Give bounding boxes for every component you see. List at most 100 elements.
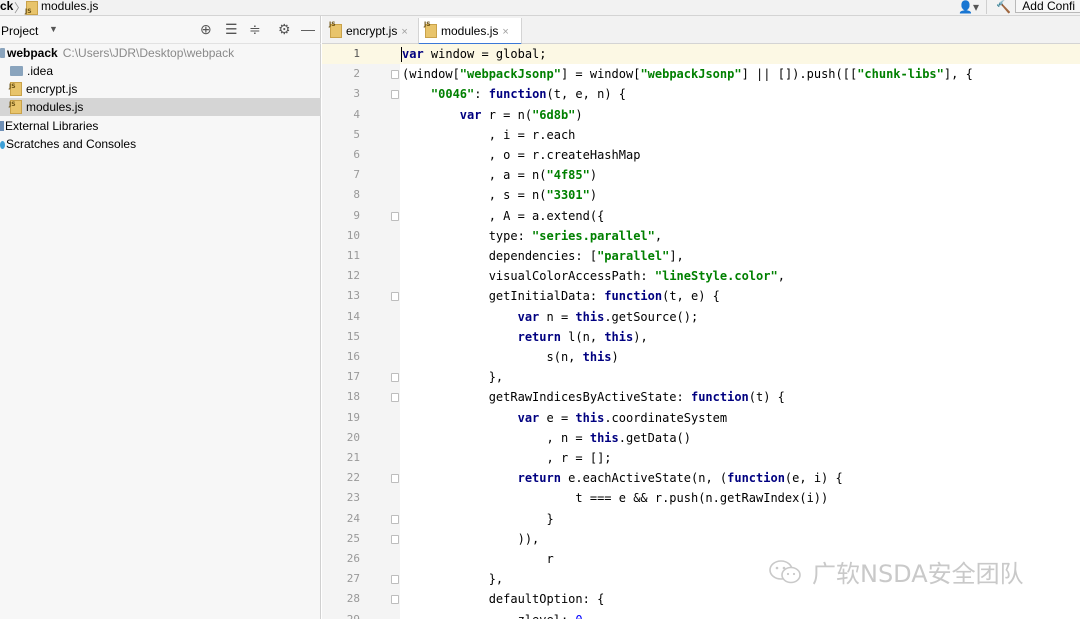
close-icon[interactable]: ×	[401, 26, 407, 38]
code-token: (t, e, n) {	[546, 87, 626, 102]
js-file-icon	[424, 12, 437, 38]
code-token: (window[	[402, 67, 460, 82]
line-number: 12	[346, 269, 360, 283]
js-file-icon	[25, 1, 38, 15]
code-token: }	[402, 511, 554, 526]
tree-item-path: C:\Users\JDR\Desktop\webpack	[62, 46, 235, 60]
code-line: visualColorAccessPath: "lineStyle.color"…	[402, 266, 785, 286]
code-line: s(n, this)	[402, 347, 618, 367]
tab-label: encrypt.js	[346, 24, 398, 38]
gear-icon[interactable]: ⚙	[278, 22, 291, 36]
code-line: var e = this.coordinateSystem	[402, 408, 728, 428]
tree-item-external-libraries[interactable]: External Libraries	[0, 117, 321, 135]
fold-marker-icon[interactable]	[391, 90, 399, 100]
fold-marker-icon[interactable]	[391, 70, 399, 80]
string-token: "parallel"	[597, 249, 670, 263]
code-token: type:	[402, 228, 533, 243]
breadcrumb-file[interactable]: modules.js	[41, 0, 98, 13]
code-line: , r = [];	[402, 448, 611, 468]
fold-marker-icon[interactable]	[391, 575, 399, 585]
fold-gutter[interactable]	[388, 44, 400, 619]
line-number: 8	[353, 188, 360, 202]
fold-marker-icon[interactable]	[391, 595, 399, 605]
code-token: ] = window[	[560, 67, 641, 82]
fold-marker-icon[interactable]	[391, 474, 399, 484]
keyword-token: function	[690, 390, 749, 405]
tree-item-idea[interactable]: .idea	[0, 62, 321, 80]
hammer-icon[interactable]: 🔨	[996, 0, 1011, 14]
library-icon	[0, 121, 4, 131]
keyword-token: this	[589, 430, 619, 445]
keyword-token: this	[582, 350, 612, 364]
code-line: }	[402, 509, 554, 529]
fold-marker-icon[interactable]	[391, 514, 399, 524]
project-view-selector[interactable]: Project	[1, 24, 38, 38]
keyword-token: this	[575, 309, 605, 324]
add-configuration-button[interactable]: Add Confi	[1015, 0, 1080, 13]
code-token: ] || []).push([[	[741, 67, 858, 82]
line-number: 7	[353, 168, 360, 182]
keyword-token: function	[604, 289, 663, 304]
folder-icon	[0, 48, 5, 58]
fold-marker-icon[interactable]	[391, 373, 399, 383]
line-number: 18	[346, 390, 360, 404]
line-number: 15	[346, 329, 360, 343]
locate-file-icon[interactable]: ⊕	[200, 22, 212, 36]
code-token: window = global;	[423, 47, 547, 61]
code-line: defaultOption: {	[402, 589, 605, 609]
code-token: e.eachActiveState(n, (	[560, 471, 728, 486]
fold-marker-icon[interactable]	[391, 534, 399, 544]
collapse-all-icon[interactable]: ≑	[249, 22, 261, 36]
breadcrumb-project[interactable]: ck	[0, 0, 13, 13]
code-line: var n = this.getSource();	[402, 307, 699, 327]
expand-all-icon[interactable]: ☰	[225, 22, 238, 36]
code-token: , o = r.createHashMap	[402, 148, 641, 162]
tab-modules-js[interactable]: modules.js×	[418, 12, 522, 45]
close-icon[interactable]: ×	[502, 26, 508, 38]
tab-encrypt-js[interactable]: encrypt.js×	[324, 12, 418, 44]
string-token: "6d8b"	[532, 107, 576, 122]
tree-item-webpack[interactable]: webpack C:\Users\JDR\Desktop\webpack	[0, 44, 321, 62]
string-token: "3301"	[546, 188, 590, 203]
tree-item-scratches[interactable]: Scratches and Consoles	[0, 135, 321, 153]
code-line: getRawIndicesByActiveState: function(t) …	[402, 387, 785, 407]
fold-marker-icon[interactable]	[391, 292, 399, 302]
project-tool-window: Project ▼ ⊕ ☰ ≑ ⚙ — webpack C:\Users\JDR\…	[0, 16, 321, 619]
code-token: (t, e) {	[662, 289, 720, 304]
code-line: return e.eachActiveState(n, (function(e,…	[402, 468, 843, 488]
user-icon[interactable]: 👤▾	[958, 0, 979, 14]
fold-marker-icon[interactable]	[391, 393, 399, 403]
code-token: ),	[633, 329, 648, 344]
code-line: },	[402, 569, 503, 589]
code-token: .getSource();	[604, 309, 699, 324]
line-number: 19	[346, 410, 360, 424]
code-token: e =	[539, 410, 576, 425]
keyword-token: var	[402, 47, 424, 61]
line-number: 14	[346, 309, 360, 323]
code-token: t === e && r.push(n.getRawIndex(i))	[402, 491, 829, 506]
line-number: 10	[346, 228, 360, 242]
scratches-icon	[0, 141, 5, 149]
code-token: )),	[402, 531, 540, 546]
folder-icon	[10, 66, 23, 76]
line-number: 22	[346, 471, 360, 485]
fold-marker-icon[interactable]	[391, 211, 399, 221]
chevron-down-icon[interactable]: ▼	[49, 24, 58, 34]
tree-item-label: .idea	[27, 64, 54, 78]
code-token: )	[589, 188, 598, 203]
code-line: , A = a.extend({	[402, 206, 605, 226]
code-token: )	[589, 168, 598, 183]
code-token: zlevel:	[402, 613, 575, 619]
tree-item-encrypt-js[interactable]: encrypt.js	[0, 78, 321, 98]
tree-item-label: Scratches and Consoles	[6, 137, 137, 151]
code-line: type: "series.parallel",	[402, 226, 662, 246]
line-number: 28	[346, 592, 360, 606]
toolbar-divider	[986, 0, 987, 14]
string-token: "webpackJsonp"	[640, 67, 742, 82]
code-token: ],	[669, 249, 684, 263]
hide-panel-icon[interactable]: —	[301, 22, 315, 36]
tree-item-modules-js[interactable]: modules.js	[0, 96, 321, 116]
code-token: , a = n(	[402, 168, 547, 183]
code-token: (t) {	[748, 390, 785, 405]
